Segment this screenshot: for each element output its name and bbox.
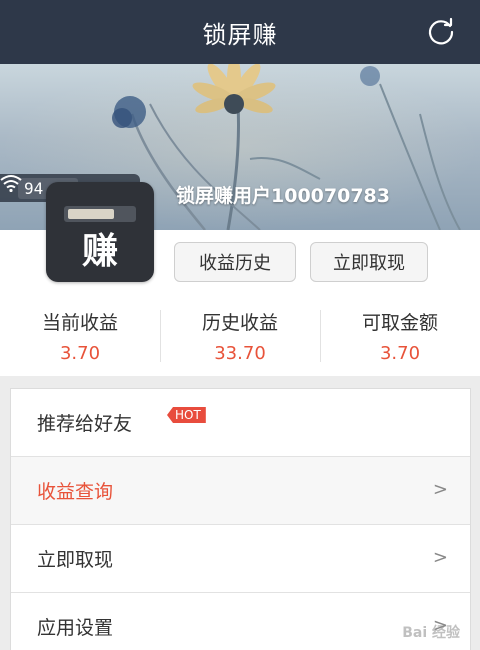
menu-item-withdraw[interactable]: 立即取现 > bbox=[11, 525, 470, 593]
menu-item-label: 应用设置 bbox=[37, 617, 114, 639]
menu-item-label: 推荐给好友 bbox=[37, 413, 133, 435]
top-bar: 锁屏赚 bbox=[0, 0, 480, 64]
menu-item-settings[interactable]: 应用设置 > bbox=[11, 593, 470, 650]
earnings-stats: 当前收益 3.70 历史收益 33.70 可取金额 3.70 bbox=[0, 306, 480, 366]
stat-total-earnings: 历史收益 33.70 bbox=[160, 306, 320, 366]
username: 锁屏赚用户100070783 bbox=[176, 185, 390, 207]
stat-value: 3.70 bbox=[379, 343, 421, 364]
menu-item-label: 立即取现 bbox=[37, 549, 114, 571]
menu-item-recommend[interactable]: 推荐给好友 HOT bbox=[11, 389, 470, 457]
card-icon bbox=[68, 209, 114, 219]
refresh-icon[interactable] bbox=[426, 17, 456, 47]
chevron-right-icon: > bbox=[432, 479, 448, 500]
app-logo: 赚 bbox=[46, 182, 154, 282]
stat-withdrawable-amount: 可取金额 3.70 bbox=[320, 306, 480, 366]
menu-item-earnings-query[interactable]: 收益查询 > bbox=[11, 457, 470, 525]
logo-char: 赚 bbox=[81, 231, 118, 272]
stat-label: 当前收益 bbox=[41, 312, 118, 334]
stat-value: 3.70 bbox=[59, 343, 101, 364]
stat-label: 历史收益 bbox=[201, 312, 278, 334]
stat-label: 可取金额 bbox=[361, 312, 438, 334]
chevron-right-icon: > bbox=[432, 547, 448, 568]
wifi-icon bbox=[0, 175, 22, 192]
withdraw-now-button[interactable]: 立即取现 bbox=[310, 242, 428, 282]
watermark: Bai 经验 bbox=[402, 625, 460, 641]
app-title: 锁屏赚 bbox=[202, 20, 278, 49]
app-screen: 锁屏赚 锁屏赚用户100070783 赚 收益历史 立即取现 当前收益 3.70… bbox=[0, 0, 480, 650]
hot-badge: HOT bbox=[167, 407, 206, 423]
menu-list: 推荐给好友 HOT 收益查询 > 立即取现 > 应用设置 > bbox=[10, 388, 471, 650]
stat-value: 33.70 bbox=[214, 343, 266, 364]
stat-current-earnings: 当前收益 3.70 bbox=[0, 306, 160, 366]
earnings-history-button[interactable]: 收益历史 bbox=[174, 242, 296, 282]
menu-item-label: 收益查询 bbox=[37, 481, 114, 503]
